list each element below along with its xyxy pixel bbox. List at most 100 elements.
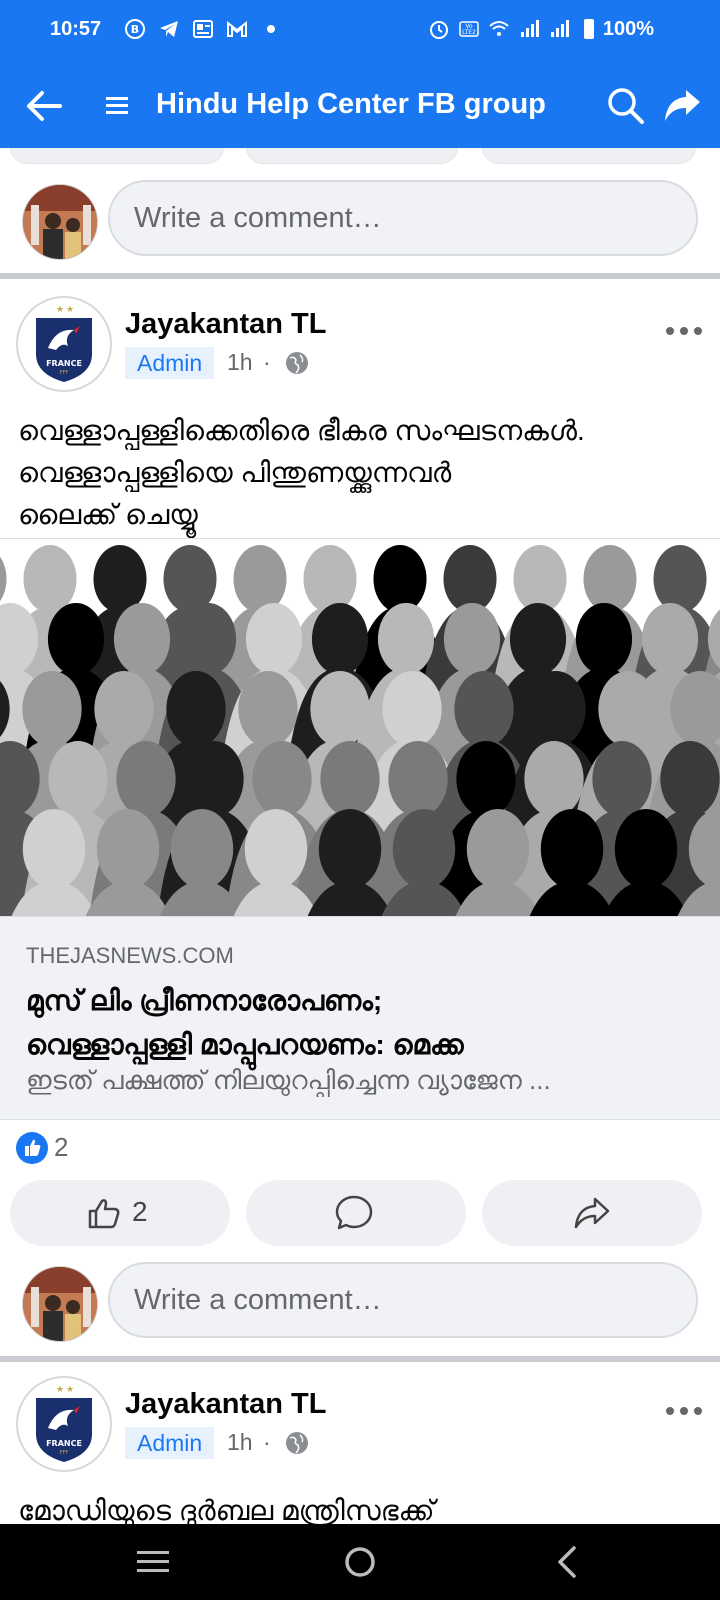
comment-row: Write a comment… <box>0 180 720 270</box>
avatar[interactable] <box>22 1266 98 1342</box>
admin-badge: Admin <box>125 1427 215 1459</box>
crowd-figure <box>303 545 357 613</box>
share-button[interactable] <box>482 1180 702 1246</box>
comment-placeholder: Write a comment… <box>134 202 382 234</box>
author-name[interactable]: Jayakantan TL <box>125 1388 326 1421</box>
crowd-figure <box>456 741 516 817</box>
comment-input[interactable]: Write a comment… <box>108 180 698 256</box>
crowd-figure <box>592 741 652 817</box>
speech-bubble-icon <box>335 1195 373 1230</box>
post-text-line: വെള്ളാപ്പള്ളിയെ പിന്തുണയ്ക്കുന്നവർ <box>18 457 452 488</box>
crowd-figure <box>94 671 154 747</box>
link-domain: THEJASNEWS.COM <box>26 943 234 968</box>
post-time[interactable]: 1h <box>227 1429 253 1456</box>
crowd-figure <box>310 671 370 747</box>
share-arrow-icon[interactable] <box>660 84 704 128</box>
crowd-figure <box>583 545 637 613</box>
comment-input[interactable]: Write a comment… <box>108 1262 698 1338</box>
svg-text:★: ★ <box>56 1385 64 1395</box>
crowd-figure <box>318 809 382 889</box>
volte-icon: VoLTE2 <box>459 21 479 37</box>
crowd-figure <box>524 741 584 817</box>
svg-text:FFF: FFF <box>60 370 69 376</box>
globe-icon <box>286 352 308 374</box>
avatar[interactable] <box>22 184 98 260</box>
link-description: ഇടത് പക്ഷത്ത് നിലയുറപ്പിച്ചെന്ന വ്യാജേന … <box>26 1065 551 1095</box>
signal-icon-2 <box>551 20 569 37</box>
telegram-icon <box>160 21 178 37</box>
arrow-left-icon[interactable] <box>22 84 66 128</box>
crowd-figure <box>443 603 501 675</box>
link-title: മുസ് ലിം പ്രീണനാരോപണം; വെള്ളാപ്പള്ളി മാപ… <box>26 979 706 1067</box>
crowd-figure <box>116 741 176 817</box>
thumbs-up-icon <box>25 1139 41 1156</box>
crowd-figure <box>252 741 312 817</box>
crowd-figure <box>526 671 586 747</box>
page-avatar[interactable]: ★ ★ FRANCE FFF <box>16 1376 112 1472</box>
crowd-figure <box>653 545 707 613</box>
crowd-figure <box>466 809 530 889</box>
crowd-figure <box>184 741 244 817</box>
news-icon <box>193 20 213 38</box>
crowd-figure <box>163 545 217 613</box>
comment-row: Write a comment… <box>0 1262 720 1352</box>
post-text-line: വെള്ളാപ്പള്ളിക്കെതിരെ ഭീകര സംഘടനകൾ. <box>18 415 585 446</box>
app-screen: 10:57 B Vo LTE2 100% Hindu Help Center F… <box>0 0 720 1600</box>
hamburger-icon[interactable] <box>104 90 130 122</box>
more-dots-icon[interactable] <box>664 325 704 337</box>
system-icons: Vo LTE2 <box>428 18 600 40</box>
reaction-count: 2 <box>54 1132 69 1162</box>
link-title-line: മുസ് ലിം പ്രീണനാരോപണം; <box>26 985 383 1016</box>
recent-apps-icon[interactable] <box>133 1542 173 1582</box>
back-nav-icon[interactable] <box>548 1542 588 1582</box>
like-count: 2 <box>132 1196 148 1227</box>
home-icon[interactable] <box>340 1542 380 1582</box>
crowd-figure <box>311 603 369 675</box>
alarm-icon <box>430 21 448 39</box>
crowd-figure <box>382 671 442 747</box>
crowd-figure <box>575 603 633 675</box>
dot-icon <box>267 25 275 33</box>
svg-text:FRANCE: FRANCE <box>46 1439 82 1448</box>
user-photo-icon <box>23 1267 97 1341</box>
svg-text:★: ★ <box>66 1385 74 1395</box>
wifi-icon <box>489 21 509 36</box>
app-bar: Hindu Help Center FB group <box>0 64 720 148</box>
battery-icon <box>584 19 594 39</box>
search-icon[interactable] <box>604 84 648 128</box>
crowd-figure <box>392 809 456 889</box>
more-dots-icon[interactable] <box>664 1405 704 1417</box>
page-title: Hindu Help Center FB group <box>156 88 546 120</box>
crowd-figure <box>388 741 448 817</box>
svg-text:FRANCE: FRANCE <box>46 359 82 368</box>
post-text-line: ലൈക്ക് ചെയ്യൂ <box>18 499 198 530</box>
b-app-icon: B <box>125 19 145 39</box>
battery-percent: 100% <box>602 18 654 40</box>
crowd-figure <box>614 809 678 889</box>
author-name[interactable]: Jayakantan TL <box>125 308 326 341</box>
signal-icon-1 <box>521 20 539 37</box>
comment-button[interactable] <box>246 1180 466 1246</box>
status-time: 10:57 <box>50 18 102 40</box>
globe-icon <box>286 1432 308 1454</box>
system-nav-bar <box>0 1524 720 1600</box>
crowd-figure <box>660 741 720 817</box>
time-separator: · <box>263 1429 271 1455</box>
link-card[interactable]: THEJASNEWS.COM മുസ് ലിം പ്രീണനാരോപണം; വെ… <box>0 916 720 1120</box>
post-time[interactable]: 1h <box>227 349 253 376</box>
crowd-figure <box>170 809 234 889</box>
crowd-figure <box>373 545 427 613</box>
page-avatar[interactable]: ★ ★ FRANCE FFF <box>16 296 112 392</box>
crowd-figure <box>233 545 287 613</box>
crowd-figure <box>113 603 171 675</box>
like-badge <box>16 1132 48 1164</box>
link-preview-image[interactable] <box>0 538 720 916</box>
link-title-line: വെള്ളാപ്പള്ളി മാപ്പുപറയണം: മെക്ക <box>26 1029 464 1060</box>
crowd-figure <box>540 809 604 889</box>
fff-crest-icon: ★ ★ FRANCE FFF <box>36 1385 92 1462</box>
svg-text:★: ★ <box>66 305 74 315</box>
crowd-figure <box>509 603 567 675</box>
like-button[interactable]: 2 <box>10 1180 230 1246</box>
crowd-figure <box>244 809 308 889</box>
crowd-figure <box>96 809 160 889</box>
